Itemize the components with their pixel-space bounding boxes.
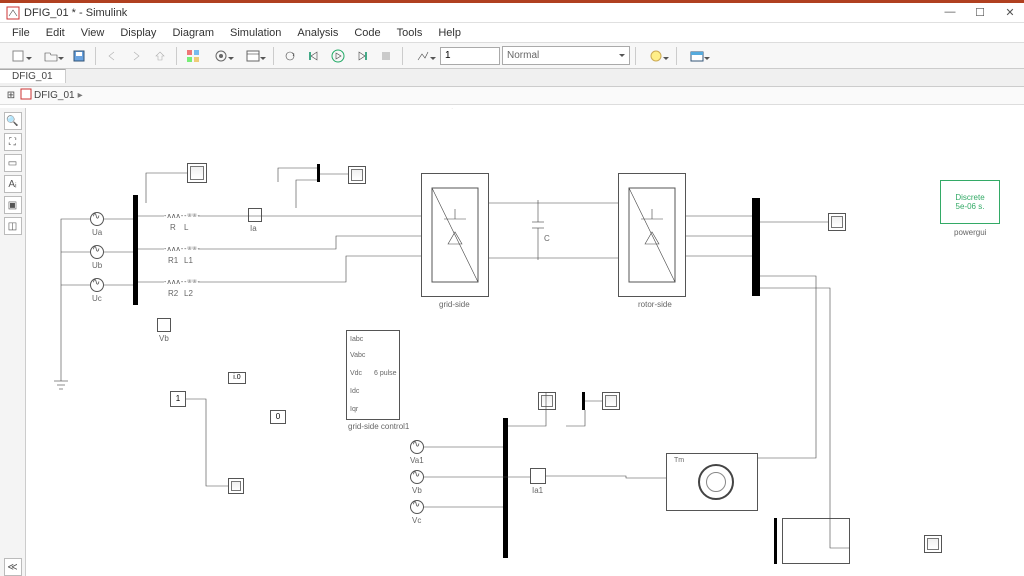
canvas-toolbar: 🔍 ⛶ ▭ Aᵢ ▣ ◫ ≪ [0,108,26,576]
menu-file[interactable]: File [4,25,38,41]
image-button[interactable]: ▣ [4,196,22,214]
breadcrumb-bar: ⊞ DFIG_01 ▸ [0,87,1024,105]
update-diagram-button[interactable] [279,46,301,66]
record-button[interactable] [408,46,438,66]
menu-code[interactable]: Code [346,25,388,41]
model-canvas[interactable]: ⬉ Ua Ub Uc -ʌʌʌ--ᵚᵚ- R L -ʌʌʌ--ᵚᵚ- R1 L1… [26,108,1024,576]
up-button[interactable] [149,46,171,66]
app-icon [6,6,20,20]
viewer-button[interactable]: ◫ [4,217,22,235]
menu-diagram[interactable]: Diagram [164,25,222,41]
forward-button[interactable] [125,46,147,66]
fit-button[interactable]: ⛶ [4,133,22,151]
expand-icon[interactable]: ⊞ [4,90,18,101]
save-button[interactable] [68,46,90,66]
window-title: DFIG_01 * - Simulink [24,7,942,19]
window-titlebar: DFIG_01 * - Simulink — ☐ ✕ [0,3,1024,23]
model-explorer-button[interactable] [238,46,268,66]
menu-analysis[interactable]: Analysis [289,25,346,41]
menu-edit[interactable]: Edit [38,25,73,41]
menu-view[interactable]: View [73,25,113,41]
work-area: 🔍 ⛶ ▭ Aᵢ ▣ ◫ ≪ ⬉ Ua Ub Uc -ʌʌʌ--ᵚᵚ- R L … [0,108,1024,576]
minimize-button[interactable]: — [942,6,958,19]
open-button[interactable] [36,46,66,66]
step-back-button[interactable] [303,46,325,66]
step-forward-button[interactable] [351,46,373,66]
menu-tools[interactable]: Tools [389,25,431,41]
stop-time-input[interactable] [440,47,500,65]
close-button[interactable]: ✕ [1002,6,1018,19]
menu-simulation[interactable]: Simulation [222,25,289,41]
comment-button[interactable]: ▭ [4,154,22,172]
zoom-button[interactable]: 🔍 [4,112,22,130]
new-model-button[interactable] [4,46,34,66]
toolbar: Normal [0,43,1024,69]
menu-display[interactable]: Display [112,25,164,41]
breadcrumb-root[interactable]: DFIG_01 [34,90,75,101]
tab-bar: DFIG_01 [0,69,1024,87]
model-config-button[interactable] [206,46,236,66]
annotate-button[interactable]: Aᵢ [4,175,22,193]
menu-bar: File Edit View Display Diagram Simulatio… [0,23,1024,43]
bottom-button[interactable]: ≪ [4,558,22,576]
menu-help[interactable]: Help [430,25,469,41]
sim-mode-select[interactable]: Normal [502,46,630,65]
window-buttons: — ☐ ✕ [942,6,1018,19]
maximize-button[interactable]: ☐ [972,6,988,19]
tab-model[interactable]: DFIG_01 [0,69,66,83]
run-button[interactable] [327,46,349,66]
model-icon [18,88,34,103]
back-button[interactable] [101,46,123,66]
library-browser-button[interactable] [182,46,204,66]
chevron-right-icon: ▸ [75,90,86,101]
stop-button[interactable] [375,46,397,66]
fast-restart-button[interactable] [641,46,671,66]
signal-lines [26,108,1024,576]
schedule-button[interactable] [682,46,712,66]
